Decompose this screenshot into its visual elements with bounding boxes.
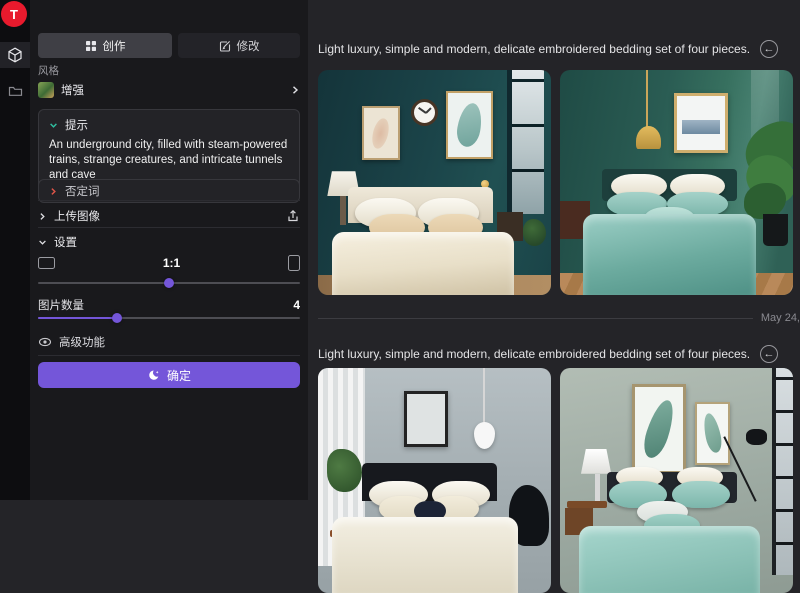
duvet	[332, 232, 514, 295]
eye-icon	[38, 335, 52, 349]
leaf-art	[454, 101, 485, 149]
upload-image-row[interactable]: 上传图像	[38, 206, 300, 226]
chevron-down-icon	[38, 238, 47, 247]
image-row	[318, 70, 793, 295]
pendant-lamp	[636, 126, 662, 149]
tab-modify[interactable]: 修改	[178, 33, 300, 58]
image-row	[318, 368, 793, 593]
mode-tabs: 创作 修改	[38, 33, 300, 58]
moon-sparkle-icon	[147, 369, 160, 382]
duvet	[579, 526, 761, 593]
date-label: May 24,	[761, 312, 800, 324]
generation-caption: Light luxury, simple and modern, delicat…	[318, 347, 750, 361]
generation-caption: Light luxury, simple and modern, delicat…	[318, 42, 750, 56]
duvet	[583, 214, 755, 295]
divider	[38, 355, 300, 356]
image-count-value: 4	[293, 298, 300, 312]
confirm-button[interactable]: 确定	[38, 362, 300, 388]
caption-row: Light luxury, simple and modern, delicat…	[318, 345, 794, 363]
ratio-slider-thumb[interactable]	[164, 278, 174, 288]
negative-words-label: 否定词	[65, 183, 100, 199]
left-rail: T	[0, 0, 30, 500]
count-slider[interactable]	[38, 313, 300, 323]
side-table	[567, 501, 607, 508]
wall-art-frame	[632, 384, 686, 474]
settings-row[interactable]: 设置	[38, 234, 300, 250]
leaf-art	[701, 412, 724, 454]
settings-label: 设置	[54, 234, 77, 250]
seascape-art	[682, 120, 720, 134]
landscape-ratio-icon[interactable]	[38, 257, 55, 269]
chevron-down-icon	[49, 121, 58, 130]
edit-icon	[219, 40, 231, 52]
wall-art-frame	[695, 402, 730, 465]
chevron-right-icon	[38, 212, 47, 221]
tab-create-label: 创作	[103, 38, 126, 54]
date-divider: May 24,	[318, 311, 800, 325]
portrait-ratio-icon[interactable]	[288, 255, 300, 271]
lamp-base	[340, 196, 346, 225]
folder-icon	[8, 84, 23, 97]
divider-line	[318, 318, 753, 319]
image-count-label: 图片数量	[38, 297, 84, 313]
generated-image-3[interactable]	[318, 368, 551, 593]
count-slider-fill	[38, 317, 117, 319]
wall-art-frame	[446, 91, 493, 159]
chevron-right-icon	[49, 187, 58, 196]
style-selector[interactable]: 增强	[38, 79, 300, 101]
grid-icon	[85, 40, 97, 52]
table-lamp	[581, 449, 611, 474]
user-avatar[interactable]: T	[1, 1, 27, 27]
wall-art-frame	[674, 93, 728, 154]
tab-create[interactable]: 创作	[38, 33, 172, 58]
window	[507, 70, 544, 214]
wall-clock	[411, 99, 438, 126]
advanced-features-label: 高级功能	[59, 334, 105, 350]
lamp-base	[595, 474, 600, 501]
prompt-label: 提示	[65, 117, 88, 133]
generated-image-1[interactable]	[318, 70, 551, 295]
pendant-lamp	[474, 422, 495, 449]
style-thumbnail	[38, 82, 54, 98]
leaf-art	[639, 397, 678, 461]
pendant-cord	[483, 368, 485, 424]
gallery-area: Light luxury, simple and modern, delicat…	[308, 0, 800, 500]
upload-icon[interactable]	[286, 209, 300, 223]
cube-icon	[7, 47, 23, 63]
ratio-value: 1:1	[55, 256, 288, 270]
caption-row: Light luxury, simple and modern, delicat…	[318, 40, 794, 58]
chevron-right-icon	[290, 85, 300, 95]
advanced-features-row[interactable]: 高级功能	[38, 333, 300, 351]
confirm-button-label: 确定	[167, 367, 191, 384]
tab-modify-label: 修改	[237, 38, 260, 54]
window	[772, 368, 793, 575]
duvet	[332, 517, 518, 593]
plant-pot	[763, 214, 789, 246]
image-count-row: 图片数量 4	[38, 297, 300, 313]
plant	[523, 219, 546, 246]
generated-image-4[interactable]	[560, 368, 793, 593]
reuse-prompt-icon[interactable]	[760, 345, 778, 363]
avatar-letter: T	[10, 7, 18, 22]
style-value: 增强	[61, 82, 84, 98]
wall-art-frame	[404, 391, 448, 447]
style-section-label: 风格	[38, 63, 300, 78]
upload-image-label: 上传图像	[54, 208, 100, 224]
floor-lamp-shade	[746, 429, 767, 445]
count-slider-thumb[interactable]	[112, 313, 122, 323]
divider	[38, 227, 300, 228]
generated-image-2[interactable]	[560, 70, 793, 295]
control-panel: 创作 修改 风格 增强	[30, 0, 308, 500]
feather-art	[370, 116, 392, 150]
pendant-cord	[646, 70, 648, 129]
divider	[38, 200, 300, 201]
ratio-slider[interactable]	[38, 278, 300, 288]
aspect-ratio-row: 1:1	[38, 254, 300, 272]
nav-files[interactable]	[0, 77, 30, 103]
wall-art-frame	[362, 106, 399, 160]
nav-generate[interactable]	[0, 42, 30, 68]
prompt-text[interactable]: An underground city, filled with steam-p…	[49, 138, 289, 183]
reuse-prompt-icon[interactable]	[760, 40, 778, 58]
